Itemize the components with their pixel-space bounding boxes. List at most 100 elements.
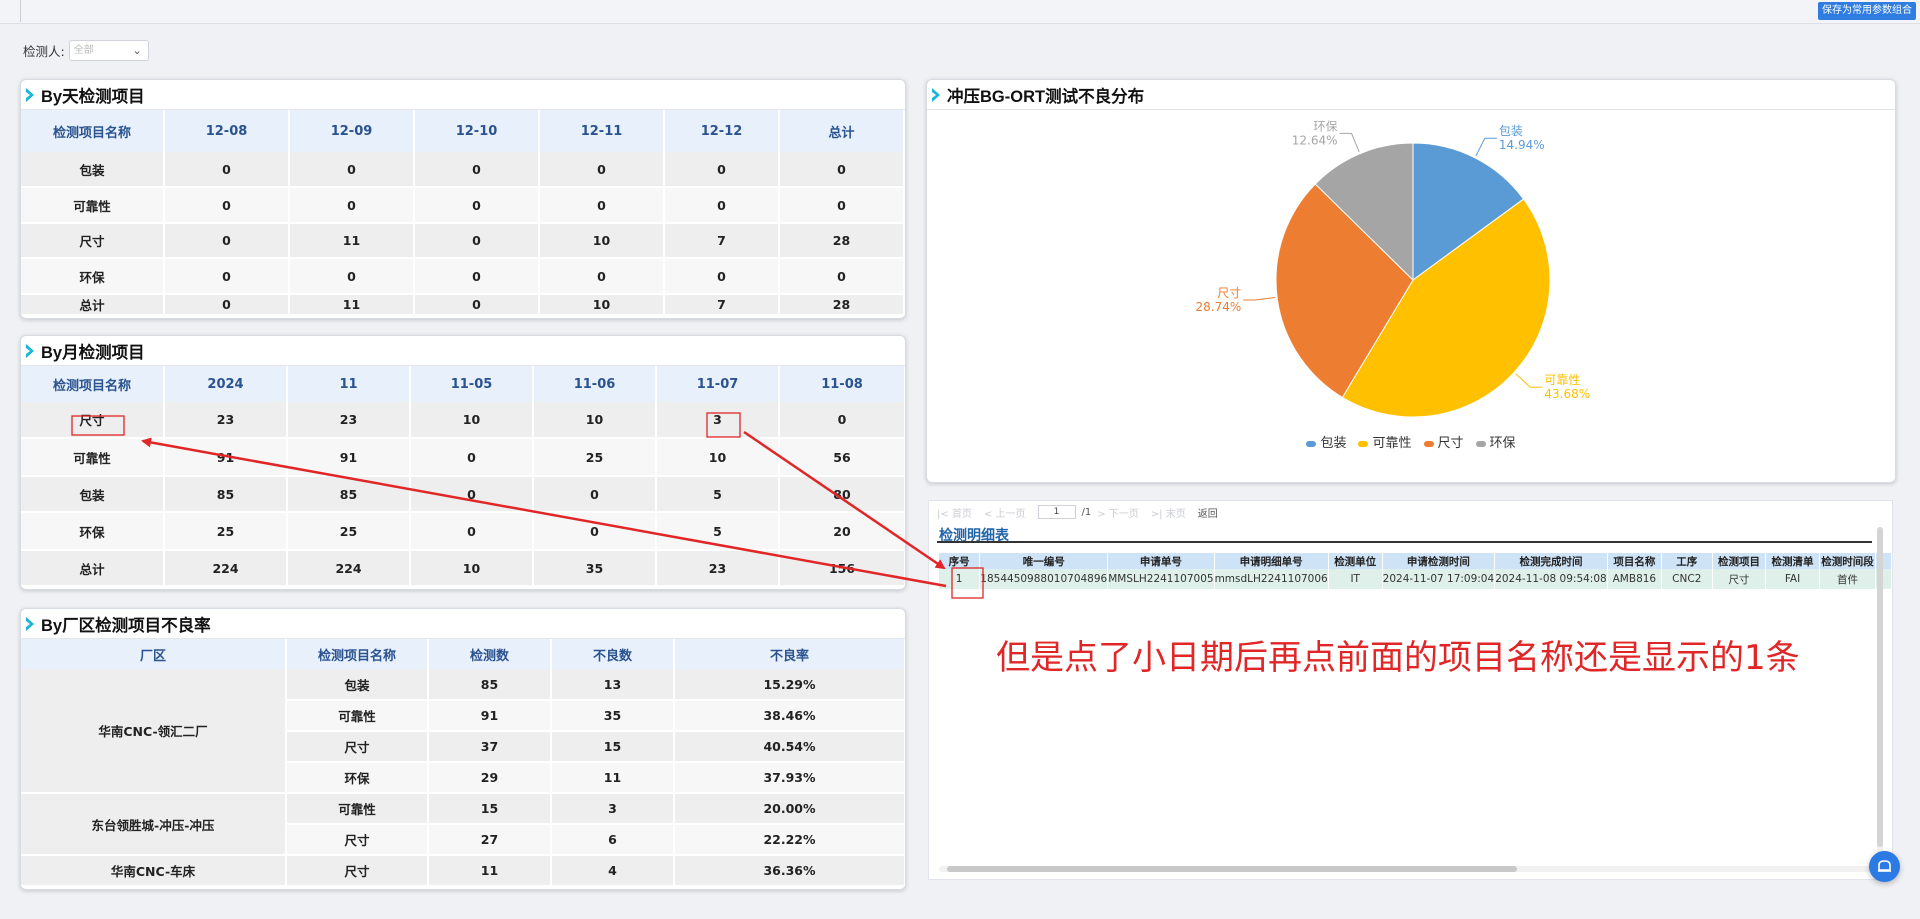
count-cell[interactable]: 7 [664,294,780,316]
item-name-cell[interactable]: 包装 [21,476,165,513]
count-cell[interactable]: 0 [414,294,540,316]
count-cell[interactable]: 0 [414,187,540,224]
count-cell[interactable]: 91 [287,438,411,477]
item-name-cell[interactable]: 可靠性 [21,187,165,224]
count-cell[interactable]: 0 [533,512,657,551]
count-cell[interactable]: 10 [539,294,665,316]
count-cell[interactable]: 0 [779,402,905,439]
item-name-cell: 尺寸 [286,824,429,856]
count-cell[interactable]: 0 [289,152,415,188]
count-cell[interactable]: 0 [289,187,415,224]
count-cell[interactable]: 5 [656,512,780,551]
count-cell[interactable]: 0 [539,152,665,188]
item-name-cell[interactable]: 尺寸 [21,223,165,259]
last-page-button[interactable]: >| 末页 [1151,505,1192,520]
count-cell[interactable]: 25 [287,512,411,551]
table-row: 东台领胜城-冲压-冲压 可靠性 15 3 20.00% [21,793,905,856]
count-cell[interactable]: 35 [533,550,657,587]
count-cell[interactable]: 156 [779,550,905,587]
count-cell[interactable]: 56 [779,438,905,477]
count-cell[interactable]: 0 [539,187,665,224]
count-cell[interactable]: 0 [410,512,534,551]
count-cell[interactable]: 0 [414,152,540,188]
count-cell[interactable]: 28 [779,294,905,316]
prev-page-button[interactable]: < 上一页 [984,505,1032,520]
item-name-cell[interactable]: 总计 [21,294,165,316]
count-cell[interactable]: 0 [779,152,905,188]
item-name-cell[interactable]: 总计 [21,550,165,587]
value-cell: 3 [551,793,675,825]
legend-item[interactable]: 环保 [1475,436,1516,451]
count-cell[interactable]: 0 [533,476,657,513]
detail-cell: CNC2 [1661,569,1713,589]
count-cell[interactable]: 224 [287,550,411,587]
count-cell[interactable]: 85 [164,476,288,513]
value-cell: 20.00% [674,793,905,825]
pie-label-category: 包装 [1499,124,1523,138]
count-cell[interactable]: 0 [164,223,290,259]
count-cell[interactable]: 0 [779,258,905,295]
vertical-scrollbar-thumb[interactable] [1877,527,1883,847]
count-cell[interactable]: 85 [287,476,411,513]
detail-column-header: 申请检测时间 [1382,553,1496,569]
count-cell[interactable]: 0 [410,476,534,513]
count-cell[interactable]: 0 [289,258,415,295]
pie-label-value: 12.64% [1292,133,1338,147]
count-cell[interactable]: 0 [664,152,780,188]
item-name-cell[interactable]: 尺寸 [21,402,165,439]
count-cell[interactable]: 0 [664,187,780,224]
count-cell[interactable]: 0 [410,438,534,477]
count-cell[interactable]: 0 [164,258,290,295]
count-cell[interactable]: 0 [164,294,290,316]
count-cell[interactable]: 11 [289,294,415,316]
page-input[interactable]: 1 [1037,505,1076,519]
item-name-cell[interactable]: 环保 [21,512,165,551]
item-name-cell: 尺寸 [286,855,429,887]
count-cell[interactable]: 0 [779,187,905,224]
count-cell[interactable]: 10 [410,402,534,439]
item-name-cell[interactable]: 环保 [21,258,165,295]
count-cell[interactable]: 91 [164,438,288,477]
vertical-scrollbar[interactable] [1877,527,1883,867]
legend-item[interactable]: 包装 [1306,436,1346,451]
count-cell[interactable]: 5 [656,476,780,513]
item-name-cell[interactable]: 可靠性 [21,438,165,477]
count-cell[interactable]: 80 [779,476,905,513]
inspector-select[interactable]: 全部 ⌄ [68,40,149,61]
count-cell[interactable]: 3 [656,402,780,439]
legend-item[interactable]: 可靠性 [1358,436,1412,451]
floating-action-button[interactable] [1869,851,1900,882]
horizontal-scrollbar[interactable] [939,866,1874,872]
count-cell[interactable]: 10 [539,223,665,259]
inspector-filter: 检测人: 全部 ⌄ [23,40,149,61]
count-cell[interactable]: 10 [410,550,534,587]
detail-cell: 2024-11-08 09:54:08 [1494,569,1608,589]
first-page-button[interactable]: |< 首页 [937,505,978,520]
item-name-cell[interactable]: 包装 [21,152,165,188]
horizontal-scrollbar-thumb[interactable] [947,866,1517,872]
count-cell[interactable]: 25 [533,438,657,477]
next-page-button[interactable]: > 下一页 [1097,505,1145,520]
detail-row[interactable]: 1 1854450988010704896 MMSLH2241107005 mmsdL… [939,569,1892,589]
count-cell[interactable]: 0 [414,223,540,259]
count-cell[interactable]: 10 [656,438,780,477]
count-cell[interactable]: 0 [414,258,540,295]
count-cell[interactable]: 224 [164,550,288,587]
save-params-button[interactable]: 保存为常用参数组合 [1818,2,1916,20]
count-cell[interactable]: 7 [664,223,780,259]
count-cell[interactable]: 11 [289,223,415,259]
count-cell[interactable]: 23 [164,402,288,439]
count-cell[interactable]: 10 [533,402,657,439]
count-cell[interactable]: 28 [779,223,905,259]
count-cell[interactable]: 20 [779,512,905,551]
count-cell[interactable]: 0 [539,258,665,295]
back-button[interactable]: 返回 [1198,505,1218,520]
legend-item[interactable]: 尺寸 [1423,436,1464,451]
count-cell[interactable]: 0 [164,187,290,224]
column-header: 不良数 [551,639,675,669]
count-cell[interactable]: 23 [287,402,411,439]
count-cell[interactable]: 0 [664,258,780,295]
count-cell[interactable]: 23 [656,550,780,587]
count-cell[interactable]: 0 [164,152,290,188]
count-cell[interactable]: 25 [164,512,288,551]
